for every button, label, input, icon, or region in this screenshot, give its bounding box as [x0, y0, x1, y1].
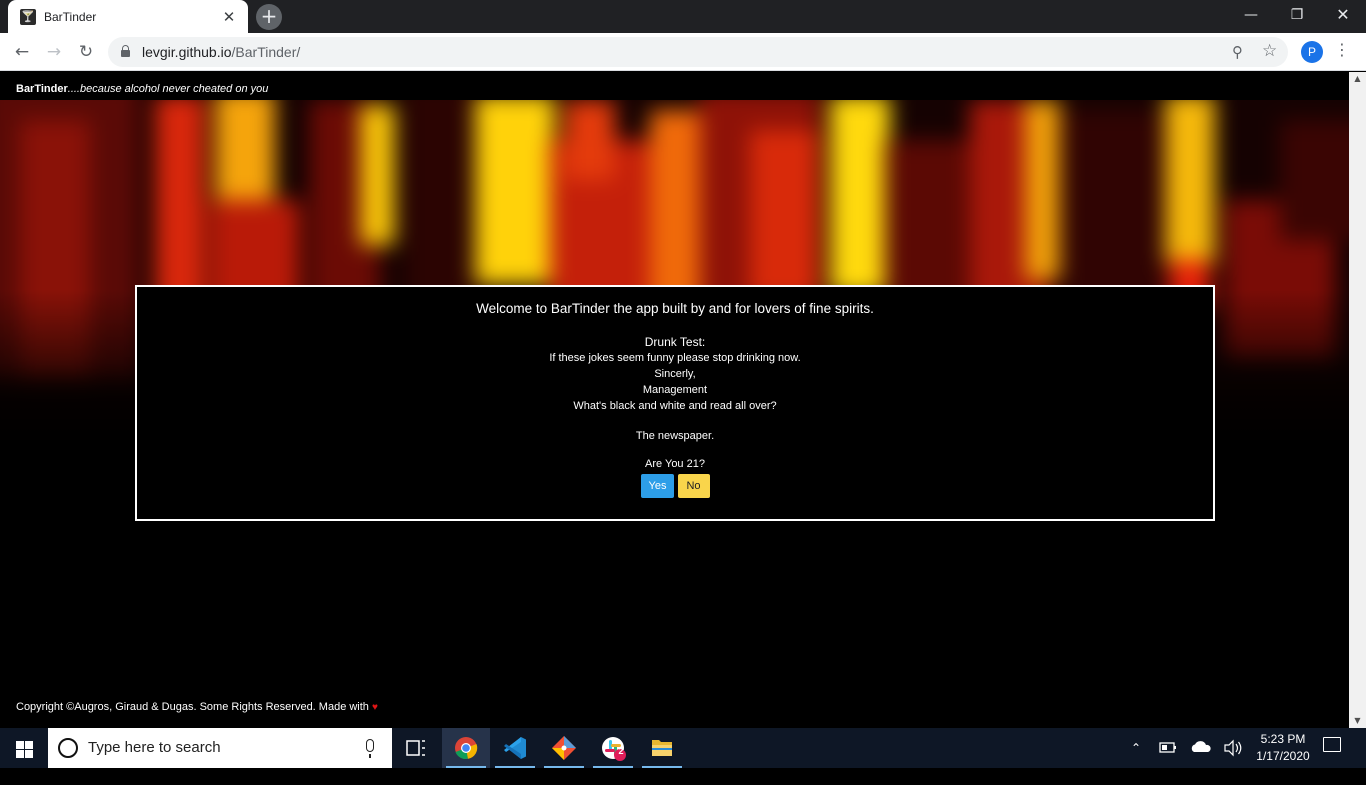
- volume-icon[interactable]: [1220, 728, 1246, 768]
- forward-arrow-icon[interactable]: →: [40, 38, 68, 66]
- browser-tab[interactable]: 🍸 BarTinder ✕: [8, 0, 248, 33]
- clock-date: 1/17/2020: [1256, 749, 1310, 763]
- zoom-icon[interactable]: ⚲: [1232, 43, 1243, 61]
- cloud-icon[interactable]: [1188, 728, 1214, 768]
- page-footer: Copyright ©Augros, Giraud & Dugas. Some …: [16, 701, 378, 713]
- age-buttons: Yes No: [137, 474, 1213, 498]
- age-verification-modal: Welcome to BarTinder the app built by an…: [135, 285, 1215, 521]
- new-tab-button[interactable]: +: [256, 4, 282, 30]
- slack-icon[interactable]: 2: [589, 728, 637, 768]
- clock-time: 5:23 PM: [1260, 732, 1306, 746]
- page-content: BarTinder....because alcohol never cheat…: [0, 72, 1349, 728]
- joke-punchline: The newspaper.: [635, 430, 715, 442]
- brand-name: BarTinder: [16, 83, 68, 95]
- joke-line: Sincerly,: [654, 368, 696, 380]
- address-bar[interactable]: levgir.github.io/BarTinder/ ⚲ ☆: [108, 37, 1288, 67]
- reload-icon[interactable]: ↻: [72, 38, 100, 66]
- heart-icon: ♥: [372, 702, 378, 713]
- minimize-button[interactable]: —: [1228, 0, 1274, 33]
- star-icon[interactable]: ☆: [1262, 41, 1277, 61]
- tab-title: BarTinder: [44, 9, 97, 24]
- browser-toolbar: ← → ↻ levgir.github.io/BarTinder/ ⚲ ☆ P …: [0, 33, 1366, 71]
- restore-button[interactable]: ❐: [1274, 0, 1320, 33]
- welcome-message: Welcome to BarTinder the app built by an…: [476, 301, 874, 316]
- chrome-icon[interactable]: [442, 728, 490, 768]
- profile-avatar[interactable]: P: [1301, 41, 1323, 63]
- scroll-down-icon[interactable]: ▼: [1349, 714, 1366, 728]
- close-tab-icon[interactable]: ✕: [220, 8, 238, 26]
- slack-badge: 2: [618, 746, 624, 756]
- yes-button[interactable]: Yes: [640, 474, 674, 498]
- mic-icon[interactable]: [366, 739, 374, 758]
- search-icon: [58, 738, 78, 758]
- folder-icon[interactable]: [638, 728, 686, 768]
- system-clock[interactable]: 5:23 PM 1/17/2020: [1248, 731, 1318, 765]
- age-question: Are You 21?: [645, 458, 705, 470]
- url-text[interactable]: levgir.github.io/BarTinder/: [142, 44, 300, 60]
- windows-icon[interactable]: [0, 728, 48, 768]
- notification-icon[interactable]: [1323, 737, 1341, 752]
- drunk-test-joke: Drunk Test: If these jokes seem funny pl…: [137, 334, 1213, 414]
- taskbar-search-box[interactable]: Type here to search: [48, 728, 392, 768]
- menu-icon[interactable]: ⋮: [1334, 40, 1350, 59]
- search-placeholder: Type here to search: [88, 739, 221, 756]
- joke-line: What's black and white and read all over…: [573, 400, 777, 412]
- close-window-button[interactable]: ✕: [1320, 0, 1366, 33]
- no-button[interactable]: No: [677, 474, 710, 498]
- browser-tab-strip: 🍸 BarTinder ✕ + — ❐ ✕: [0, 0, 1366, 33]
- vscode-icon[interactable]: [491, 728, 539, 768]
- task-view-icon[interactable]: [392, 728, 440, 768]
- joke-label: Drunk Test:: [644, 335, 706, 349]
- back-arrow-icon[interactable]: ←: [8, 38, 36, 66]
- site-brand[interactable]: BarTinder....because alcohol never cheat…: [16, 83, 268, 95]
- git-icon[interactable]: [540, 728, 588, 768]
- windows-taskbar: Type here to search 2 ⌃ 5:23 PM 1/17/202…: [0, 728, 1366, 768]
- scroll-up-icon[interactable]: ▲: [1349, 72, 1366, 86]
- copyright-text: Copyright ©Augros, Giraud & Dugas. Some …: [16, 701, 369, 713]
- bartinder-favicon-icon: 🍸: [20, 8, 36, 25]
- page-scrollbar[interactable]: ▲ ▼: [1349, 72, 1366, 728]
- chevron-up-icon[interactable]: ⌃: [1124, 728, 1148, 768]
- brand-tagline: ....because alcohol never cheated on you: [67, 83, 269, 95]
- joke-line: Management: [642, 384, 708, 396]
- battery-icon[interactable]: [1156, 728, 1180, 768]
- joke-line: If these jokes seem funny please stop dr…: [549, 352, 801, 364]
- lock-icon[interactable]: [121, 45, 130, 57]
